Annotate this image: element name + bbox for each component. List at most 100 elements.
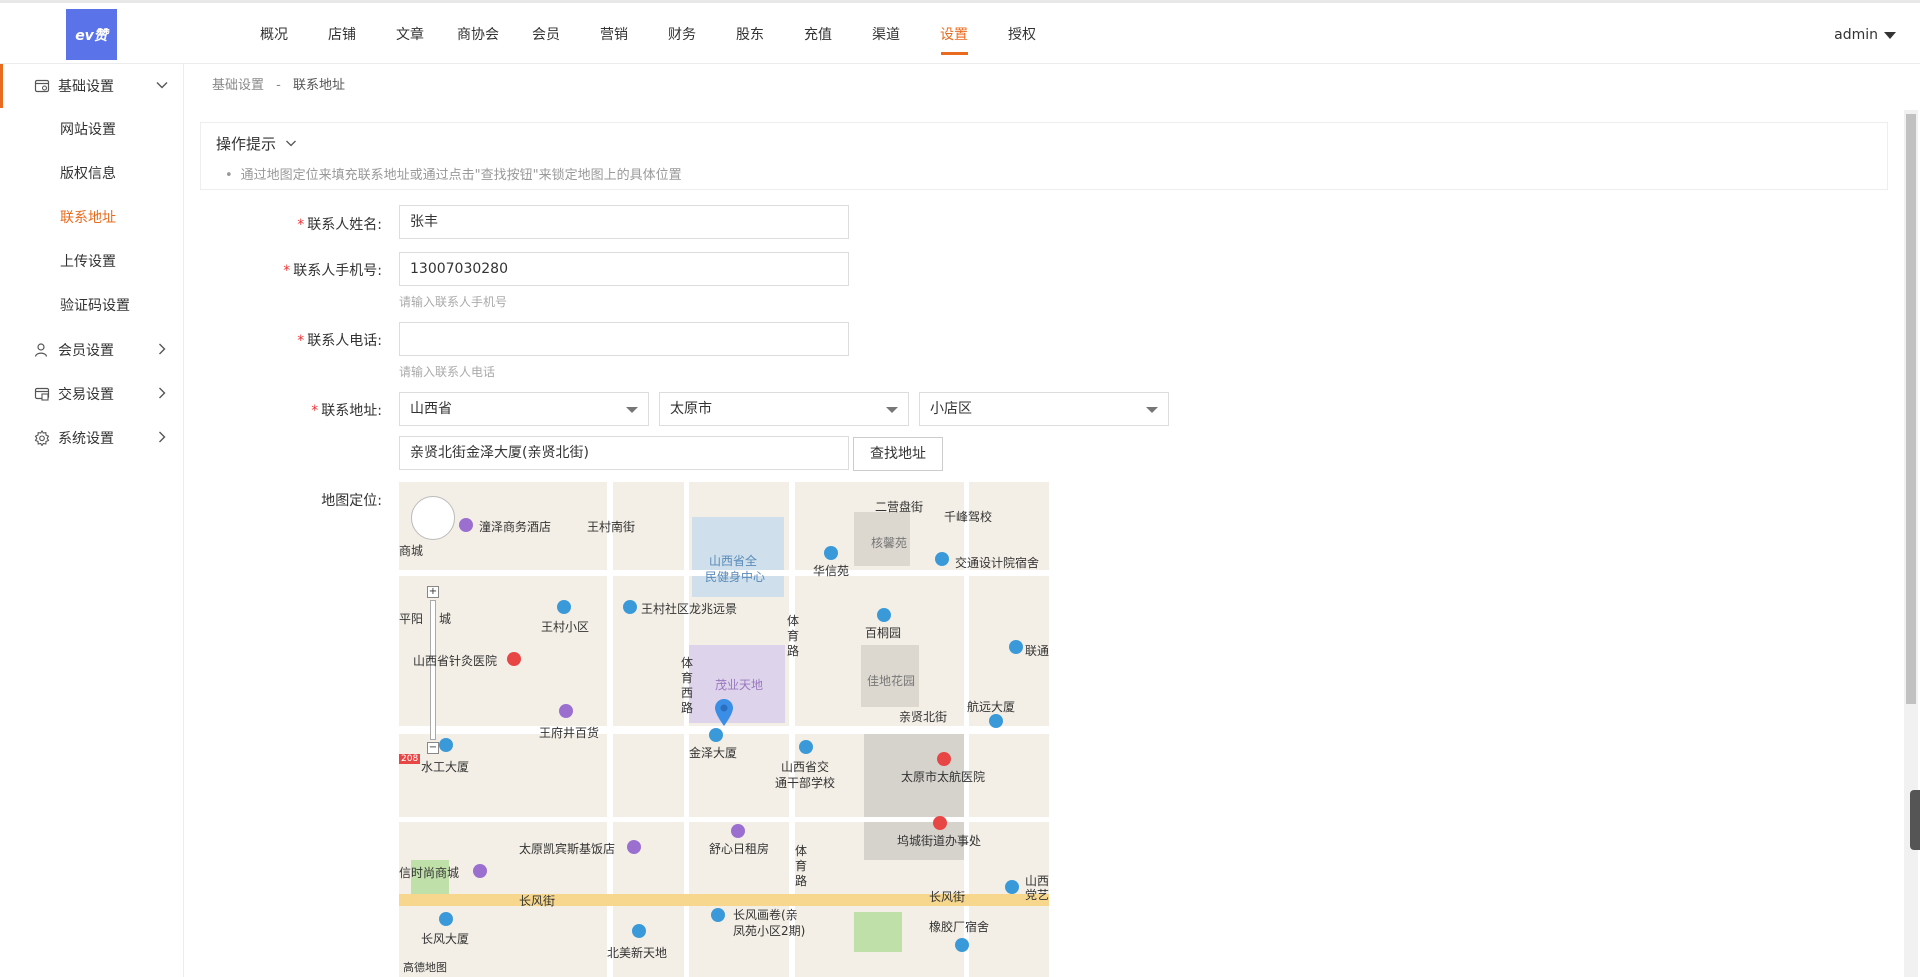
nav-item-recharge[interactable]: 充值 [784,3,852,67]
nav-item-authorization[interactable]: 授权 [988,3,1056,67]
sidebar-group-label: 基础设置 [58,79,114,95]
map-view[interactable]: + − 潼泽商务酒店 王村南街 山西省全 民健身中心 二营盘街 千峰驾校 核馨苑… [399,482,1049,977]
nav-item-overview[interactable]: 概况 [240,3,308,67]
app-logo[interactable]: ev赞 [66,9,117,60]
scrollbar-thumb[interactable] [1906,114,1916,704]
building-poi-icon[interactable] [935,552,949,566]
government-poi-icon[interactable] [933,816,947,830]
school-poi-icon[interactable] [1005,880,1019,894]
sidebar-item-captcha[interactable]: 验证码设置 [0,284,183,328]
map-label: 王村南街 [587,520,636,534]
nav-item-finance[interactable]: 财务 [648,3,716,67]
shop-poi-icon[interactable] [473,864,487,878]
map-label: 佳地花园 [867,674,916,688]
building-poi-icon[interactable] [623,600,637,614]
tips-toggle[interactable]: 操作提示 [216,133,297,154]
district-select[interactable]: 小店区 [919,392,1169,426]
sidebar-item-contact-address[interactable]: 联系地址 [0,196,183,240]
contact-mobile-input[interactable]: 13007030280 [399,252,849,286]
building-poi-icon[interactable] [709,728,723,742]
hotel-poi-icon[interactable] [459,518,473,532]
sidebar-group-system[interactable]: 系统设置 [0,416,183,460]
building-poi-icon[interactable] [989,714,1003,728]
map-attribution: 高德地图 [403,961,447,974]
building-poi-icon[interactable] [877,608,891,622]
breadcrumb: 基础设置 - 联系地址 [212,74,345,93]
top-nav: 概况 店铺 文章 商协会 会员 营销 财务 股东 充值 渠道 设置 授权 [240,3,1056,67]
nav-item-channel[interactable]: 渠道 [852,3,920,67]
map-label: 长风画卷(亲 [733,908,798,922]
location-marker-icon[interactable] [714,699,734,727]
map-label: 山西省全 [709,554,758,568]
dropdown-arrow-icon [1146,407,1158,413]
nav-item-shareholder[interactable]: 股东 [716,3,784,67]
map-block-park [854,912,902,952]
sidebar-item-upload[interactable]: 上传设置 [0,240,183,284]
province-select[interactable]: 山西省 [399,392,649,426]
find-address-button[interactable]: 查找地址 [853,437,943,471]
breadcrumb-parent[interactable]: 基础设置 [212,78,264,93]
sidebar-group-basic[interactable]: 基础设置 [0,64,183,108]
sidebar-item-website[interactable]: 网站设置 [0,108,183,152]
city-select[interactable]: 太原市 [659,392,909,426]
map-label: 华信苑 [813,564,850,578]
tips-title: 操作提示 [216,135,277,153]
sidebar: 基础设置 网站设置 版权信息 联系地址 上传设置 验证码设置 会员设置 交易设置… [0,64,184,977]
side-drawer-handle[interactable] [1910,790,1920,850]
nav-item-settings[interactable]: 设置 [920,3,988,67]
map-label: 通干部学校 [775,776,836,790]
map-label: 路 [787,644,800,658]
building-poi-icon[interactable] [439,912,453,926]
hotel-poi-icon[interactable] [731,824,745,838]
map-label: 金泽大厦 [689,746,738,760]
hospital-poi-icon[interactable] [507,652,521,666]
contact-phone-label: * 联系人电话: [297,333,382,349]
map-label: 太原凯宾斯基饭店 [519,842,616,856]
sidebar-group-member[interactable]: 会员设置 [0,328,183,372]
district-value: 小店区 [930,401,972,417]
map-label: 联通 [1025,644,1049,658]
sidebar-item-copyright[interactable]: 版权信息 [0,152,183,196]
building-poi-icon[interactable] [824,546,838,560]
chevron-down-icon [155,78,169,96]
nav-item-marketing[interactable]: 营销 [580,3,648,67]
zoom-in-button[interactable]: + [427,586,439,598]
map-pan-control[interactable] [411,496,455,540]
nav-item-member[interactable]: 会员 [512,3,580,67]
shop-poi-icon[interactable] [559,704,573,718]
nav-item-article[interactable]: 文章 [376,3,444,67]
contact-address-label: * 联系地址: [311,403,382,419]
building-poi-icon[interactable] [439,738,453,752]
tips-panel: 操作提示 通过地图定位来填充联系地址或通过点击"查找按钮"来锁定地图上的具体位置 [200,122,1888,190]
city-value: 太原市 [670,401,712,417]
map-label: 城 [439,612,452,626]
user-menu[interactable]: admin [1834,3,1896,67]
street-address-input[interactable]: 亲贤北街金泽大厦(亲贤北街) [399,436,849,470]
building-poi-icon[interactable] [1009,640,1023,654]
map-label: 路 [795,874,808,888]
nav-item-chamber[interactable]: 商协会 [444,3,512,67]
hospital-poi-icon[interactable] [937,752,951,766]
map-label: 百桐园 [865,626,902,640]
contact-phone-input[interactable] [399,322,849,356]
building-poi-icon[interactable] [711,908,725,922]
hotel-poi-icon[interactable] [627,840,641,854]
building-poi-icon[interactable] [632,924,646,938]
sidebar-group-trade[interactable]: 交易设置 [0,372,183,416]
map-label: 坞城街道办事处 [897,834,982,848]
school-poi-icon[interactable] [799,740,813,754]
map-label: 舒心日租房 [709,842,770,856]
province-value: 山西省 [410,401,452,417]
logo-text: ev赞 [75,27,108,44]
map-label: 茂业天地 [715,678,764,692]
nav-item-store[interactable]: 店铺 [308,3,376,67]
building-poi-icon[interactable] [955,938,969,952]
zoom-slider[interactable] [430,600,436,740]
building-poi-icon[interactable] [557,600,571,614]
tips-text: 通过地图定位来填充联系地址或通过点击"查找按钮"来锁定地图上的具体位置 [225,164,682,183]
top-header: ev赞 概况 店铺 文章 商协会 会员 营销 财务 股东 充值 渠道 设置 授权… [0,0,1920,64]
map-label: 北美新天地 [607,946,668,960]
contact-name-input[interactable]: 张丰 [399,205,849,239]
zoom-out-button[interactable]: − [427,742,439,754]
map-label: 路 [681,701,694,715]
